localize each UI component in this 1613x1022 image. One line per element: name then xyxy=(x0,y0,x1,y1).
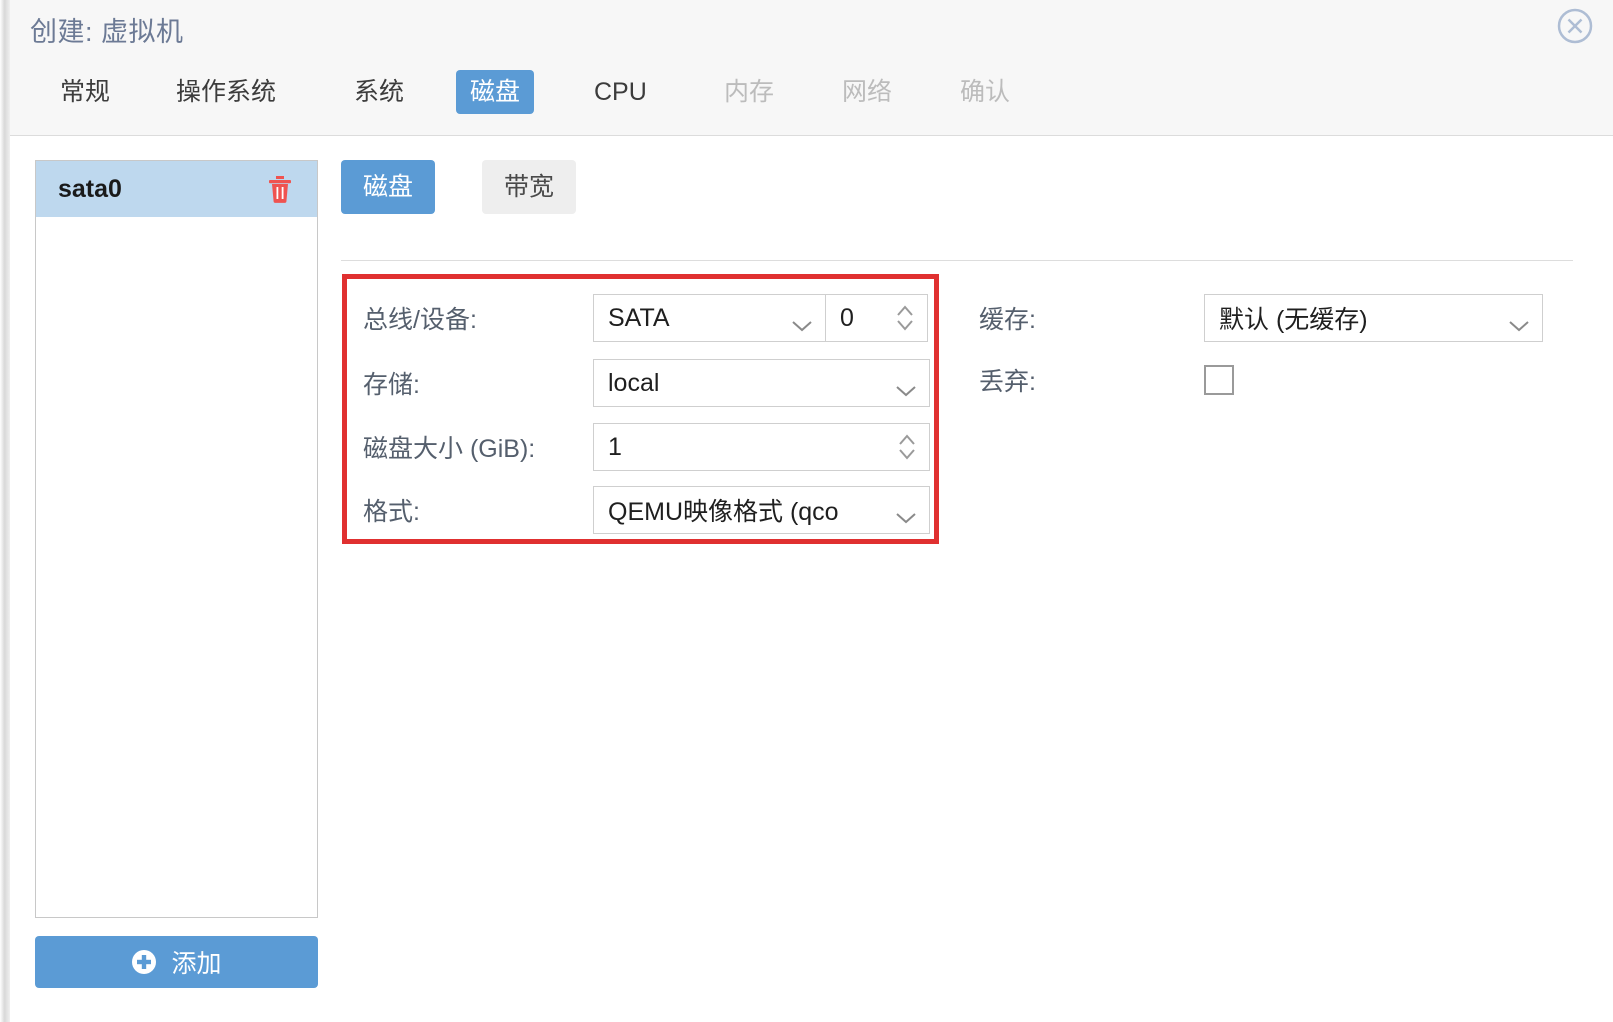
storage-select-value: local xyxy=(608,368,660,397)
disk-size-stepper[interactable]: 1 xyxy=(593,423,930,471)
chevron-down-icon xyxy=(895,376,917,397)
device-list: sata0 xyxy=(35,160,318,918)
field-label-disk-size: 磁盘大小 (GiB): xyxy=(363,435,536,463)
tab-system[interactable]: 系统 xyxy=(340,70,418,114)
cache-select-value: 默认 (无缓存) xyxy=(1219,306,1368,334)
tab-confirm: 确认 xyxy=(960,78,1011,106)
tab-os[interactable]: 操作系统 xyxy=(162,70,290,114)
subtab-disk[interactable]: 磁盘 xyxy=(341,160,436,214)
disk-subtabs: 磁盘 带宽 xyxy=(341,160,1591,214)
tab-disks[interactable]: 磁盘 xyxy=(456,70,535,114)
close-icon[interactable] xyxy=(1555,6,1595,46)
field-label-cache: 缓存: xyxy=(979,306,1036,334)
field-label-discard: 丢弃: xyxy=(979,368,1036,396)
tab-memory: 内存 xyxy=(724,78,775,106)
discard-checkbox[interactable] xyxy=(1204,365,1234,395)
dialog-header: 创建: 虚拟机 xyxy=(10,0,1613,52)
section-divider xyxy=(341,260,1573,261)
format-select-value: QEMU映像格式 (qco xyxy=(608,498,839,526)
field-disk-size: 磁盘大小 (GiB): 1 xyxy=(363,423,930,471)
wizard-tabbar: 常规 操作系统 系统 磁盘 CPU 内存 网络 确认 xyxy=(10,52,1613,136)
chevron-down-icon xyxy=(791,311,813,332)
field-label-bus-device: 总线/设备: xyxy=(363,306,477,334)
format-select[interactable]: QEMU映像格式 (qco xyxy=(593,486,930,534)
field-label-storage: 存储: xyxy=(363,371,420,399)
device-number-value: 0 xyxy=(840,303,854,332)
list-item[interactable]: sata0 xyxy=(36,161,317,217)
field-cache: 缓存: 默认 (无缓存) xyxy=(979,294,1543,342)
field-discard: 丢弃: xyxy=(979,362,1234,398)
cache-select[interactable]: 默认 (无缓存) xyxy=(1204,294,1543,342)
disk-size-value: 1 xyxy=(608,432,622,461)
stepper-arrows-icon[interactable] xyxy=(897,432,917,462)
bus-select-value: SATA xyxy=(608,303,670,332)
chevron-down-icon xyxy=(895,503,917,524)
add-disk-button[interactable]: 添加 xyxy=(35,936,318,988)
field-label-format: 格式: xyxy=(363,498,420,526)
create-vm-dialog: 创建: 虚拟机 常规 操作系统 系统 磁盘 CPU 内存 网络 确认 sata0 xyxy=(0,0,1613,1022)
stepper-arrows-icon[interactable] xyxy=(895,303,915,333)
dialog-body: sata0 添加 磁盘 带宽 总线/设备: SATA 0 存储: local 磁… xyxy=(10,136,1613,1022)
field-format: 格式: QEMU映像格式 (qco xyxy=(363,486,930,534)
subtab-bandwidth[interactable]: 带宽 xyxy=(482,160,577,214)
tab-network: 网络 xyxy=(842,78,893,106)
tab-general[interactable]: 常规 xyxy=(46,70,124,114)
storage-select[interactable]: local xyxy=(593,359,930,407)
dialog-left-edge xyxy=(0,0,10,1022)
plus-circle-icon xyxy=(131,949,157,975)
bus-select[interactable]: SATA xyxy=(593,294,826,342)
disk-settings-panel: 磁盘 带宽 总线/设备: SATA 0 存储: local 磁盘大小 (GiB)… xyxy=(341,160,1591,544)
device-name: sata0 xyxy=(58,174,122,203)
device-number-stepper[interactable]: 0 xyxy=(826,294,928,342)
field-bus-device: 总线/设备: SATA 0 xyxy=(363,294,928,342)
page-title: 创建: 虚拟机 xyxy=(30,17,184,47)
add-disk-button-label: 添加 xyxy=(171,950,222,978)
device-sidebar: sata0 添加 xyxy=(35,160,318,988)
tab-cpu[interactable]: CPU xyxy=(580,70,661,114)
field-storage: 存储: local xyxy=(363,359,930,407)
trash-icon[interactable] xyxy=(267,175,293,203)
chevron-down-icon xyxy=(1508,311,1530,332)
